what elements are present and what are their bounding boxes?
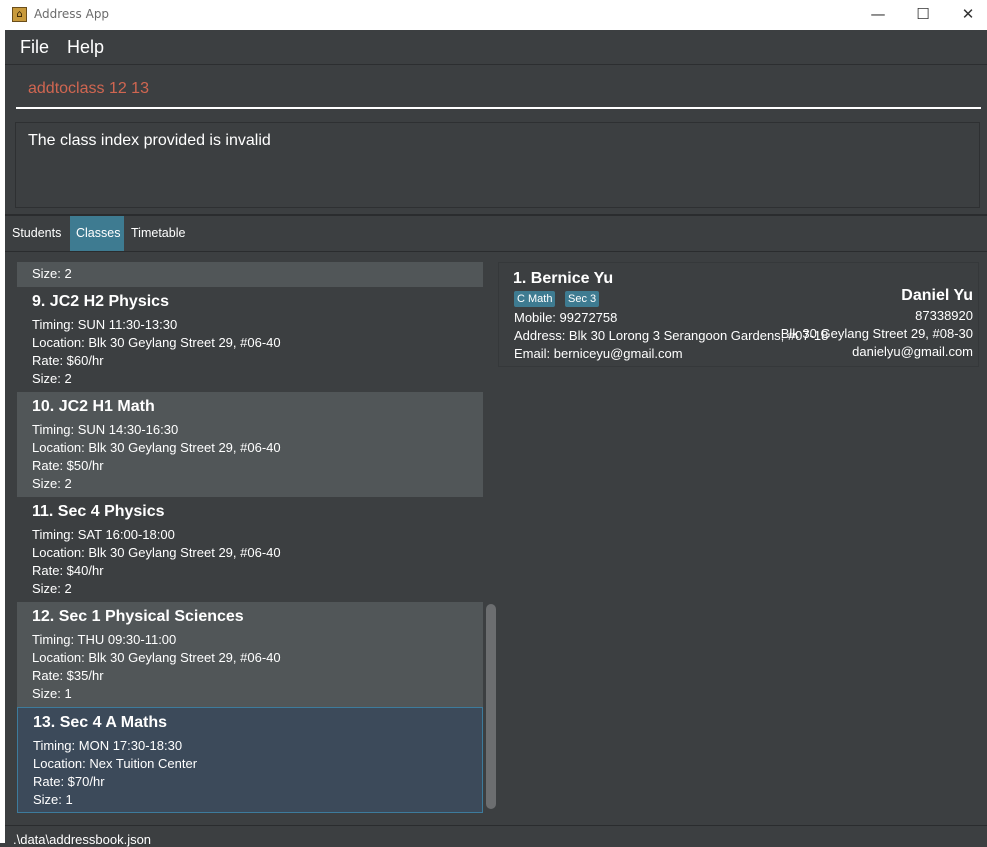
class-timing: Timing: SAT 16:00-18:00 (32, 527, 175, 542)
student-tag: Sec 3 (565, 291, 600, 307)
class-card-partial[interactable]: Size: 2 (17, 262, 483, 287)
overlay-person-email: danielyu@gmail.com (852, 344, 973, 359)
overlay-person-phone: 87338920 (915, 308, 973, 323)
menu-help[interactable]: Help (67, 37, 104, 58)
class-card[interactable]: 12. Sec 1 Physical Sciences Timing: THU … (17, 602, 483, 707)
status-bar: .\data\addressbook.json (5, 825, 987, 847)
class-location: Location: Blk 30 Geylang Street 29, #06-… (32, 545, 281, 560)
class-rate: Rate: $50/hr (32, 458, 104, 473)
class-title: 9. JC2 H2 Physics (32, 293, 169, 310)
class-title: 11. Sec 4 Physics (32, 503, 165, 520)
class-location: Location: Blk 30 Geylang Street 29, #06-… (32, 440, 281, 455)
class-card[interactable]: 10. JC2 H1 Math Timing: SUN 14:30-16:30 … (17, 392, 483, 497)
class-size: Size: 1 (32, 686, 72, 701)
student-mobile: Mobile: 99272758 (514, 310, 618, 325)
class-timing: Timing: THU 09:30-11:00 (32, 632, 177, 647)
class-size: Size: 2 (32, 581, 72, 596)
class-rate: Rate: $35/hr (32, 668, 104, 683)
class-list-scrollbar[interactable] (486, 262, 496, 812)
window-left-edge (0, 30, 5, 843)
status-file-path: .\data\addressbook.json (13, 832, 152, 847)
class-rate: Rate: $70/hr (33, 774, 105, 789)
class-title: 12. Sec 1 Physical Sciences (32, 608, 244, 625)
result-message: The class index provided is invalid (28, 132, 271, 149)
class-location: Location: Blk 30 Geylang Street 29, #06-… (32, 650, 281, 665)
result-display[interactable]: The class index provided is invalid (15, 122, 980, 208)
class-title: 10. JC2 H1 Math (32, 398, 155, 415)
tab-classes[interactable]: Classes (70, 216, 124, 251)
class-card[interactable]: 11. Sec 4 Physics Timing: SAT 16:00-18:0… (17, 497, 483, 602)
class-list[interactable]: Size: 2 9. JC2 H2 Physics Timing: SUN 11… (16, 262, 486, 815)
class-location: Location: Blk 30 Geylang Street 29, #06-… (32, 335, 281, 350)
class-timing: Timing: SUN 11:30-13:30 (32, 317, 178, 332)
class-card-selected[interactable]: 13. Sec 4 A Maths Timing: MON 17:30-18:3… (17, 707, 483, 813)
command-text: addtoclass 12 13 (28, 80, 149, 97)
maximize-button[interactable]: ☐ (903, 3, 943, 27)
class-timing: Timing: MON 17:30-18:30 (33, 738, 183, 753)
student-tag: C Math (514, 291, 556, 307)
overlay-person-address: Blk 30 Geylang Street 29, #08-30 (780, 326, 973, 341)
menu-bar: File Help (5, 30, 987, 65)
overlay-person-name: Daniel Yu (901, 287, 973, 304)
class-size: Size: 2 (32, 476, 72, 491)
scrollbar-thumb[interactable] (486, 604, 496, 809)
class-timing: Timing: SUN 14:30-16:30 (32, 422, 179, 437)
app-icon: ⌂ (12, 7, 27, 22)
command-input[interactable]: addtoclass 12 13 (16, 72, 981, 109)
class-card[interactable]: 9. JC2 H2 Physics Timing: SUN 11:30-13:3… (17, 287, 483, 392)
student-email: Email: berniceyu@gmail.com (514, 346, 683, 361)
class-size: Size: 2 (32, 266, 72, 281)
tab-bar: Students Classes Timetable (5, 216, 987, 252)
class-rate: Rate: $60/hr (32, 353, 104, 368)
tab-timetable[interactable]: Timetable (125, 216, 197, 251)
close-button[interactable]: ✕ (948, 3, 987, 27)
tab-students[interactable]: Students (6, 216, 70, 251)
minimize-button[interactable]: — (858, 3, 898, 27)
menu-file[interactable]: File (20, 37, 49, 58)
student-card[interactable]: 1. Bernice Yu C Math Sec 3 Mobile: 99272… (498, 262, 979, 367)
title-bar: ⌂ Address App — ☐ ✕ (0, 0, 987, 30)
class-size: Size: 1 (33, 792, 73, 807)
class-rate: Rate: $40/hr (32, 563, 104, 578)
window-title: Address App (34, 7, 110, 21)
class-title: 13. Sec 4 A Maths (33, 714, 167, 731)
class-size: Size: 2 (32, 371, 72, 386)
student-name: 1. Bernice Yu (513, 270, 614, 287)
class-location: Location: Nex Tuition Center (33, 756, 198, 771)
